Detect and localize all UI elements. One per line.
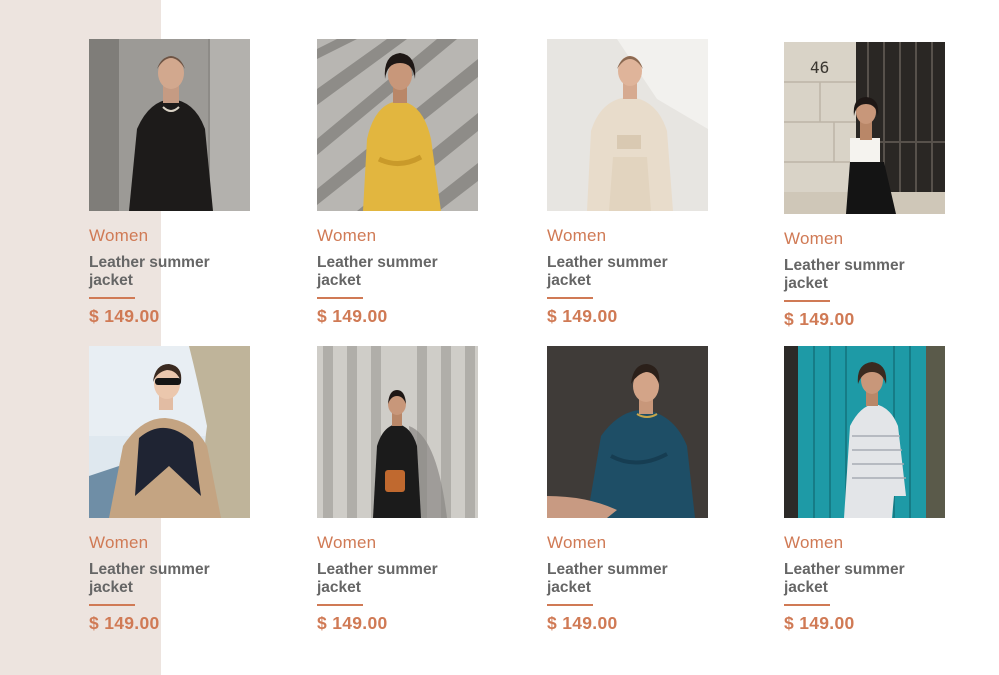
divider-rule [89,297,135,299]
product-photo[interactable]: 46 [784,42,945,214]
product-price: $ 149.00 [784,613,855,633]
product-category[interactable]: Women [784,229,949,249]
divider-rule [317,297,363,299]
product-price: $ 149.00 [784,309,855,329]
product-photo[interactable] [784,346,945,518]
product-category[interactable]: Women [547,533,712,553]
product-price: $ 149.00 [89,306,160,326]
product-card[interactable]: Women Leather summer jacket $ 149.00 [547,39,712,326]
product-name[interactable]: Leather summer jacket [89,561,239,597]
product-name[interactable]: Leather summer jacket [784,561,934,597]
divider-rule [784,300,830,302]
product-category[interactable]: Women [317,226,482,246]
product-name[interactable]: Leather summer jacket [89,254,239,290]
product-price: $ 149.00 [547,306,618,326]
product-card[interactable]: Women Leather summer jacket $ 149.00 [317,346,482,633]
product-card[interactable]: 46 Women Leather summer jacket $ 149.00 [784,42,949,329]
product-card[interactable]: Women Leather summer jacket $ 149.00 [89,346,254,633]
product-card[interactable]: Women Leather summer jacket $ 149.00 [784,346,949,633]
divider-rule [547,297,593,299]
product-photo[interactable] [317,39,478,211]
product-name[interactable]: Leather summer jacket [317,254,467,290]
product-name[interactable]: Leather summer jacket [784,257,934,293]
product-name[interactable]: Leather summer jacket [547,254,697,290]
product-photo[interactable] [547,39,708,211]
product-photo[interactable] [547,346,708,518]
product-category[interactable]: Women [89,533,254,553]
product-category[interactable]: Women [317,533,482,553]
product-name[interactable]: Leather summer jacket [547,561,697,597]
divider-rule [89,604,135,606]
product-photo[interactable] [89,39,250,211]
product-category[interactable]: Women [784,533,949,553]
divider-rule [547,604,593,606]
product-price: $ 149.00 [89,613,160,633]
product-price: $ 149.00 [317,306,388,326]
building-number: 46 [810,58,829,77]
product-category[interactable]: Women [89,226,254,246]
product-name[interactable]: Leather summer jacket [317,561,467,597]
divider-rule [784,604,830,606]
divider-rule [317,604,363,606]
product-card[interactable]: Women Leather summer jacket $ 149.00 [547,346,712,633]
product-card[interactable]: Women Leather summer jacket $ 149.00 [317,39,482,326]
product-price: $ 149.00 [547,613,618,633]
product-category[interactable]: Women [547,226,712,246]
product-card[interactable]: Women Leather summer jacket $ 149.00 [89,39,254,326]
product-photo[interactable] [317,346,478,518]
product-photo[interactable] [89,346,250,518]
product-price: $ 149.00 [317,613,388,633]
